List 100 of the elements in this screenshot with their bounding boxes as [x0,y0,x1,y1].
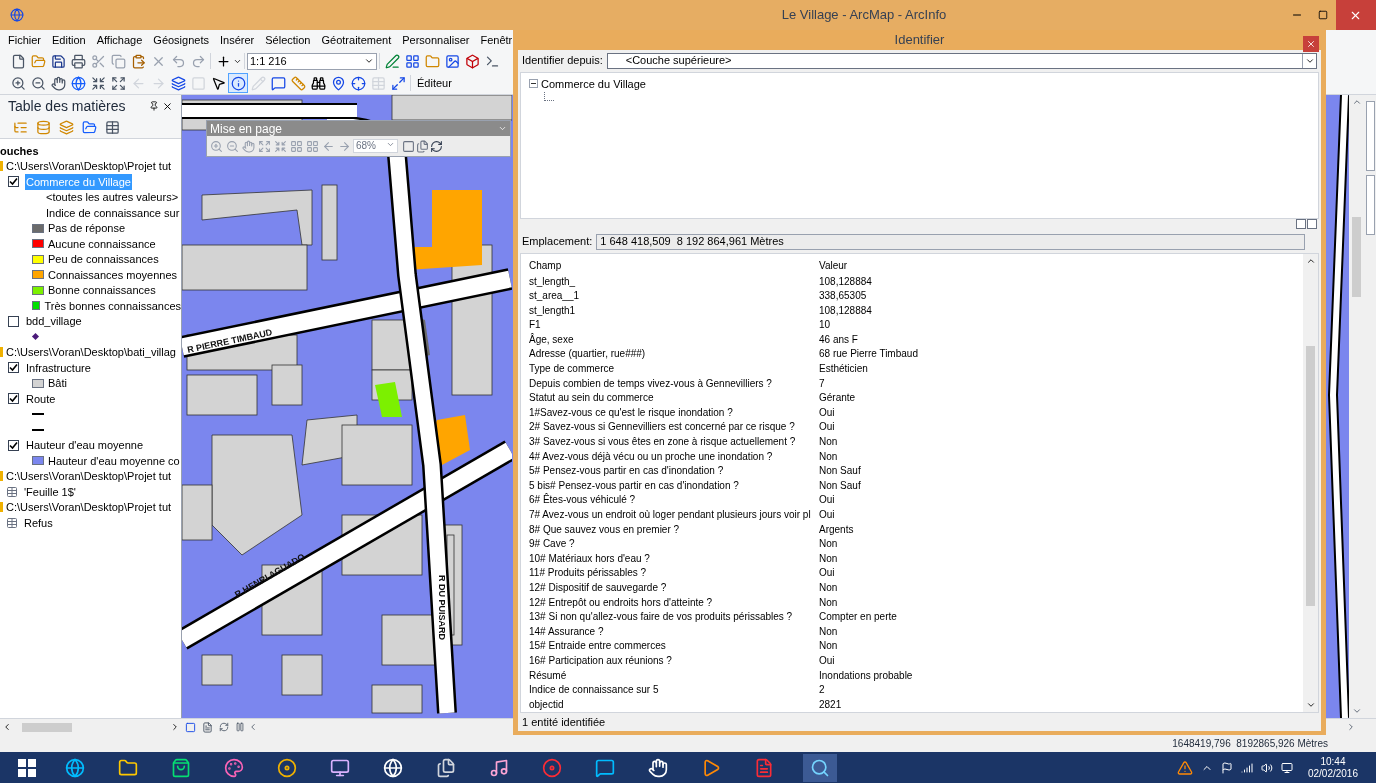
source-path[interactable]: C:\Users\Voran\Desktop\bati_villag [6,344,176,361]
source-path[interactable]: C:\Users\Voran\Desktop\Projet tut [6,468,172,485]
tree-item[interactable]: Commerce du Village [541,75,646,92]
location-field[interactable]: 1 648 418,509 8 192 864,961 Mètres [596,233,1305,250]
field-value-cell-text: 7 [819,376,826,391]
legend-label: Pas de réponse [48,221,126,236]
field-value-cell-text: Argents [819,522,855,537]
check-icon [9,363,18,373]
pause-icon [235,722,245,732]
side-tab[interactable] [1365,175,1375,235]
scroll-thumb[interactable] [1352,216,1361,297]
field-value-cell-text: Oui [819,566,836,581]
caret-icon [498,124,507,133]
field-value-cell-text: Oui [819,420,836,435]
close-button[interactable] [1303,36,1319,52]
menu-item[interactable]: Sélection [265,31,311,49]
source-path[interactable]: C:\Users\Voran\Desktop\Projet tut [6,499,172,516]
identify-tool-icon[interactable] [228,73,248,93]
side-tab[interactable] [1365,101,1375,171]
field-name-cell-text: st_area__1 [529,289,581,304]
windows-logo-icon[interactable] [18,758,36,777]
menu-item[interactable]: Fenêtr [480,31,513,49]
menu-item[interactable]: Personnaliser [402,31,470,49]
panel-title: Table des matières [8,96,126,116]
menu-item[interactable]: Insérer [220,31,255,49]
scroll-up-icon [1351,97,1362,107]
table-scrollbar[interactable] [1303,253,1318,713]
layout-tool-icon [322,139,335,153]
field-name-cell-text: 13# Si non qu'allez-vous faire de vos produits périssables ? [529,610,794,625]
layout-tool-icon [402,139,415,153]
field-value-cell-text: 108,128884 [819,274,873,289]
legend-label: Peu de connaissances [48,252,159,267]
layer-checkbox[interactable] [8,176,19,188]
scroll-thumb[interactable] [22,722,72,732]
editor-menu[interactable]: Éditeur [417,74,452,92]
caret-icon [386,140,395,149]
layout-tool-icon [416,139,429,153]
field-label: Emplacement: [522,234,593,250]
scroll-thumb[interactable] [1306,345,1315,606]
clock-time[interactable]: 10:44 [1320,755,1346,768]
layer-checkbox[interactable] [8,315,19,327]
layers-root[interactable]: ouches [0,142,39,159]
menu-item[interactable]: Affichage [96,31,143,49]
scroll-right-icon [170,722,180,732]
field-name-cell-text: 7# Avez-vous un endroit où loger pendant plusieurs jours voir pl [529,508,812,522]
layer-checkbox[interactable] [8,393,19,405]
layout-tool-icon [306,139,319,153]
field-value-cell-text: Non Sauf [819,464,862,479]
check-icon [9,394,18,404]
window-title: Le Village - ArcMap - ArcInfo [781,6,947,25]
check-icon [9,177,18,187]
restore-icon [1318,10,1328,20]
layer-name[interactable]: Route [25,390,57,407]
source-path[interactable]: C:\Users\Voran\Desktop\Projet tut [6,158,172,175]
warning-icon [1176,759,1193,776]
layout-tool-icon [242,139,255,153]
expand-toggle[interactable] [529,79,538,89]
menu-item[interactable]: Fichier [8,31,41,49]
field-value-cell-text: 338,65305 [819,289,868,304]
minus-icon [531,81,536,87]
clock-date[interactable]: 02/02/2016 [1307,767,1358,780]
field-name-cell-text: 6# Êtes-vous véhiculé ? [529,493,637,508]
field-value-cell-text: Oui [819,653,836,668]
layout-tool-icon [290,139,303,153]
field-name-cell-text: 11# Produits périssables ? [529,566,648,581]
layer-name[interactable]: Infrastructure [25,359,92,376]
field-name-cell-text: Âge, sexe [529,332,575,347]
layout-tool-icon [338,139,351,153]
layer-checkbox[interactable] [8,439,19,451]
table-name[interactable]: 'Feuille 1$' [24,483,76,500]
menu-item[interactable]: Edition [52,31,86,49]
field-value-cell-text: Esthéticien [819,362,869,377]
map-scrollbar[interactable] [1349,95,1364,718]
layer-name[interactable]: Hauteur d'eau moyenne [25,437,145,454]
layer-name[interactable]: bdd_village [25,313,83,330]
scroll-right-icon [1346,722,1356,732]
legend-heading: <toutes les autres valeurs> [46,190,179,205]
layout-tool-icon [210,139,223,153]
field-name-cell-text: 10# Matériaux hors d'eau ? [529,551,651,566]
refresh-icon [219,722,229,732]
menu-item[interactable]: Géotraitement [321,31,392,49]
status-text: 1 entité identifiée [522,715,606,731]
field-name-cell-text: 5# Pensez-vous partir en cas d'inondation ? [529,464,725,479]
field-name-cell-text: F1 [529,318,542,333]
layer-checkbox[interactable] [8,362,19,374]
field-label: Identifier depuis: [522,53,603,69]
column-header[interactable]: Valeur [819,257,1303,275]
zoom-field[interactable]: 68% [353,139,398,153]
scale-field[interactable]: 1:1 216 [247,52,377,70]
table-name[interactable]: Refus [24,514,53,531]
layer-dropdown[interactable]: <Couche supérieure> [606,52,1317,69]
legend-heading: Indice de connaissance sur [46,205,180,221]
field-value-cell-text: Non [819,580,839,595]
field-name-cell-text: 3# Savez-vous si vous êtes en zone à risque actuellement ? [529,435,797,450]
field-name-cell-text: Type de commerce [529,362,616,377]
field-name-cell-text: Indice de connaissance sur 5 [529,683,660,698]
legend-label: Très bonnes connaissances [44,298,181,314]
column-header[interactable]: Champ [529,257,819,275]
menu-item[interactable]: Géosignets [153,31,209,49]
field-name-cell-text: 12# Entrepôt ou endroits hors d'atteinte ? [529,595,714,610]
